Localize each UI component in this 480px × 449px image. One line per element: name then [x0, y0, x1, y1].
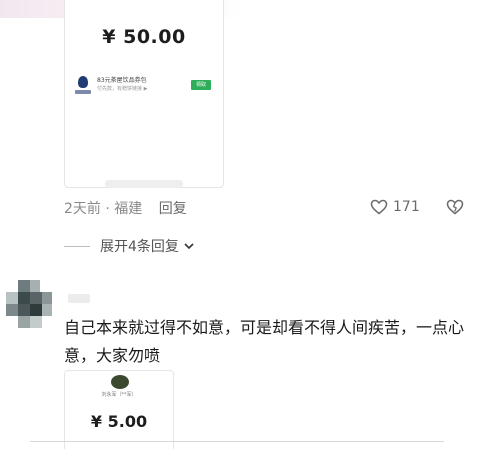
payee-name: 刘永军（**军） — [101, 392, 137, 398]
divider-dash — [64, 245, 90, 247]
coupon-description: 付先款，有赠饼链接 ▶ — [97, 86, 148, 92]
comment-thread: ¥ 50.00 83元茶屋饮品券包 付先款，有赠饼链接 ▶ 领取 2天前 · 福… — [0, 0, 480, 449]
coupon-title: 83元茶屋饮品券包 — [97, 77, 147, 84]
comment-text: 自己本来就过得不如意，可是却看不得人间疾苦，一点心意，大家勿喷 — [64, 318, 465, 365]
comment-meta: 2天前 · 福建 回复 — [64, 198, 187, 218]
dislike-button[interactable] — [446, 199, 464, 219]
chevron-down-icon — [184, 243, 194, 250]
payment-amount: ¥ 50.00 — [102, 26, 186, 48]
like-count: 171 — [393, 199, 420, 215]
reply-button[interactable]: 回复 — [159, 201, 187, 217]
payment-screenshot-card-2[interactable]: 刘永军（**军） ¥ 5.00 — [64, 370, 174, 449]
avatar[interactable] — [4, 280, 54, 330]
heart-icon — [370, 199, 388, 215]
payment-screenshot-card[interactable]: ¥ 50.00 83元茶屋饮品券包 付先款，有赠饼链接 ▶ 领取 — [64, 0, 224, 188]
brand-logo-icon — [75, 76, 91, 98]
payee-avatar — [111, 375, 129, 389]
bottom-divider — [30, 441, 444, 442]
payment-amount-2: ¥ 5.00 — [90, 412, 148, 431]
coupon-claim-button[interactable]: 领取 — [191, 80, 211, 90]
expand-replies-button[interactable]: 展开4条回复 — [64, 236, 195, 256]
time-location: 2天前 · 福建 — [64, 201, 143, 217]
coupon-row: 83元茶屋饮品券包 付先款，有赠饼链接 ▶ 领取 — [73, 70, 217, 106]
username-blurred[interactable] — [68, 294, 90, 303]
like-button[interactable]: 171 — [370, 198, 420, 216]
card-bottom-handle — [105, 180, 183, 188]
broken-heart-icon — [446, 199, 464, 215]
expand-replies-label: 展开4条回复 — [100, 239, 179, 255]
